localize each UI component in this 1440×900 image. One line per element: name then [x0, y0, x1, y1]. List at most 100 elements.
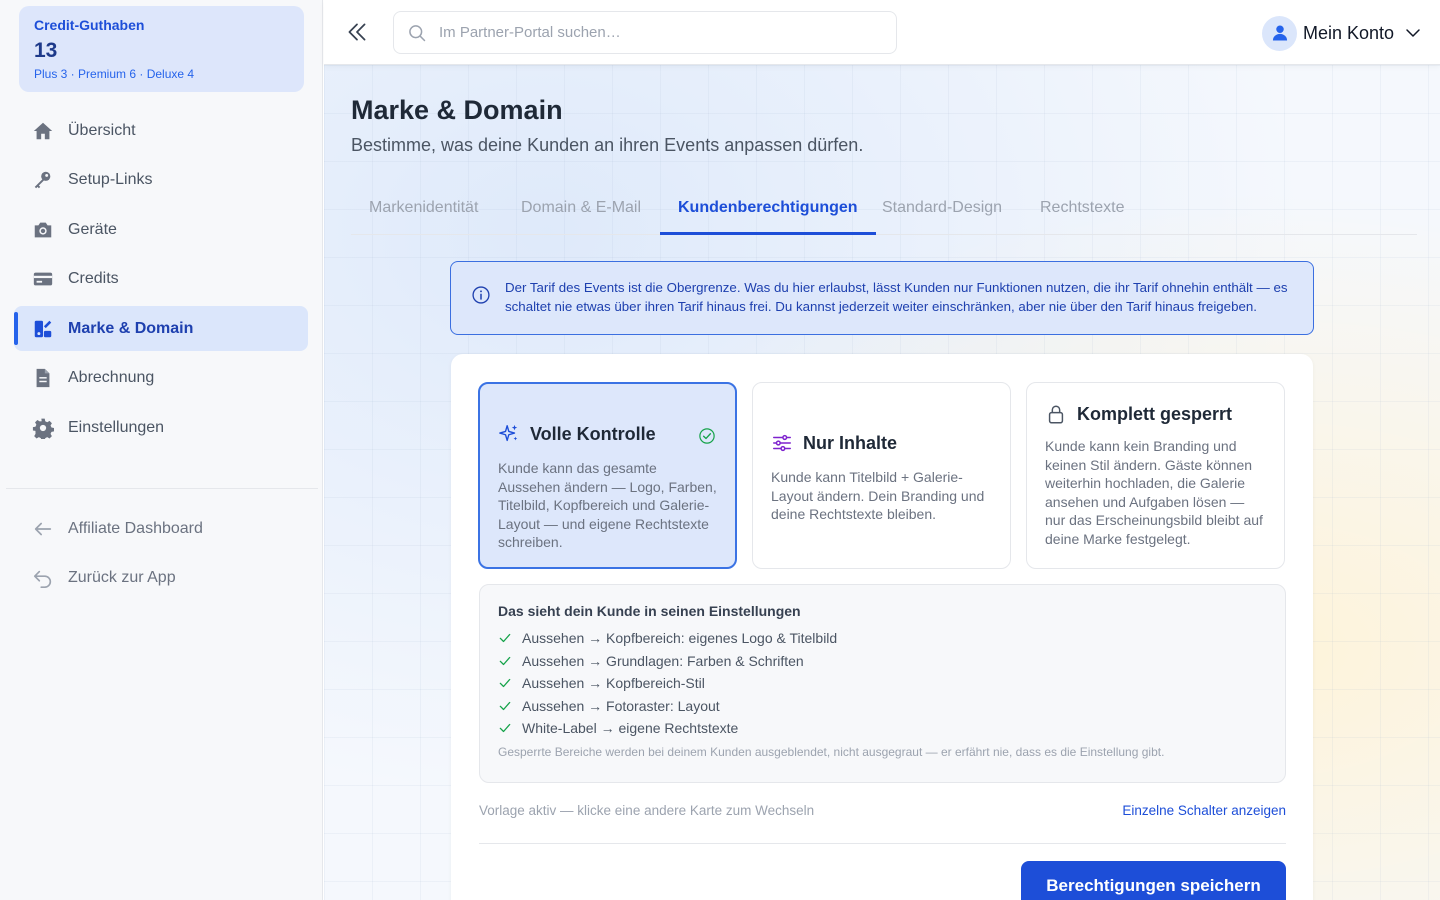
card-header: Volle Kontrolle: [498, 423, 717, 445]
sidebar-item-devices[interactable]: Geräte: [14, 207, 308, 252]
sidebar-item-back-to-app[interactable]: Zurück zur App: [14, 556, 308, 601]
sidebar-secondary-nav: Affiliate Dashboard Zurück zur App: [14, 506, 308, 605]
list-item: Aussehen → Fotoraster: Layout: [498, 695, 1267, 718]
panel-divider: [479, 843, 1286, 844]
list-item: White-Label → eigene Rechtstexte: [498, 717, 1267, 740]
lock-icon: [1048, 405, 1064, 424]
check-icon: [499, 679, 511, 688]
tab-brand-identity[interactable]: Markenidentität: [351, 189, 496, 235]
main-content: Marke & Domain Bestimme, was deine Kunde…: [324, 65, 1440, 900]
document-icon: [32, 367, 54, 389]
page-subtitle: Bestimme, was deine Kunden an ihren Even…: [351, 135, 864, 155]
credit-balance-card[interactable]: Credit-Guthaben 13 Plus 3 · Premium 6 · …: [19, 6, 304, 92]
collapse-sidebar-button[interactable]: [344, 19, 370, 45]
sidebar-item-brand-domain[interactable]: Marke & Domain: [14, 306, 308, 351]
preset-card-fully-locked[interactable]: Komplett gesperrt Kunde kann kein Brandi…: [1026, 382, 1285, 569]
brand-icon: [32, 318, 54, 340]
key-icon: [32, 169, 54, 191]
avatar: [1262, 15, 1297, 51]
card-description: Kunde kann Titelbild + Galerie-Layout än…: [771, 469, 985, 523]
sparkles-icon: [499, 424, 518, 442]
chevrons-left-icon: [348, 23, 366, 41]
sidebar-item-overview[interactable]: Übersicht: [14, 108, 308, 153]
info-text-line-2: schaltet nie etwas über ihren Tarif hina…: [505, 298, 1257, 314]
check-icon: [499, 634, 511, 643]
check-icon: [499, 656, 511, 665]
card-header: Komplett gesperrt: [1045, 403, 1266, 425]
sidebar-item-credits[interactable]: Credits: [14, 257, 308, 302]
preview-list: Aussehen → Kopfbereich: eigenes Logo & T…: [498, 627, 1267, 740]
sidebar: Credit-Guthaben 13 Plus 3 · Premium 6 · …: [0, 0, 323, 900]
preview-title: Das sieht dein Kunde in seinen Einstellu…: [498, 603, 801, 619]
search-input[interactable]: [439, 24, 869, 41]
credit-breakdown: Plus 3 · Premium 6 · Deluxe 4: [34, 67, 195, 81]
card-header: Nur Inhalte: [771, 432, 992, 454]
credit-title: Credit-Guthaben: [34, 17, 145, 33]
template-hint: Vorlage aktiv — klicke eine andere Karte…: [479, 803, 815, 818]
customer-settings-preview: Das sieht dein Kunde in seinen Einstellu…: [479, 584, 1286, 783]
sidebar-item-settings[interactable]: Einstellungen: [14, 405, 308, 450]
sidebar-item-affiliate-dashboard[interactable]: Affiliate Dashboard: [14, 506, 308, 551]
save-permissions-button[interactable]: Berechtigungen speichern: [1021, 861, 1286, 900]
sidebar-item-setup-links[interactable]: Setup-Links: [14, 158, 308, 203]
info-text-line-1: Der Tarif des Events ist die Obergrenze.…: [505, 280, 1288, 295]
sidebar-item-label: Setup-Links: [68, 171, 153, 188]
show-individual-toggles-link[interactable]: Einzelne Schalter anzeigen: [1122, 803, 1286, 818]
tab-default-design[interactable]: Standard-Design: [864, 189, 1020, 235]
sidebar-item-label: Geräte: [68, 220, 117, 238]
preset-card-full-control[interactable]: Volle Kontrolle Kunde kann das gesamte A…: [478, 382, 737, 569]
list-item-label: Aussehen → Kopfbereich-Stil: [522, 675, 705, 692]
credit-count: 13: [34, 39, 58, 62]
sidebar-item-billing[interactable]: Abrechnung: [14, 356, 308, 401]
camera-icon: [32, 219, 54, 241]
topbar: Mein Konto: [324, 0, 1440, 65]
home-icon: [32, 120, 54, 142]
sidebar-divider: [6, 488, 318, 489]
list-item: Aussehen → Grundlagen: Farben & Schrifte…: [498, 650, 1267, 673]
credit-card-icon: [32, 268, 54, 290]
list-item-label: Aussehen → Kopfbereich: eigenes Logo & T…: [522, 630, 838, 647]
preset-card-content-only[interactable]: Nur Inhalte Kunde kann Titelbild + Galer…: [752, 382, 1011, 569]
info-icon: [472, 286, 490, 304]
sidebar-item-label: Credits: [68, 270, 119, 287]
card-description: Kunde kann das gesamte Aussehen ändern —…: [498, 460, 717, 551]
undo-icon: [32, 567, 54, 589]
tab-bar: Markenidentität Domain & E-Mail Kundenbe…: [351, 189, 1417, 235]
sidebar-item-label: Marke & Domain: [68, 319, 194, 337]
check-icon: [499, 724, 511, 733]
tab-customer-permissions[interactable]: Kundenberechtigungen: [660, 189, 876, 235]
panel-footer: Vorlage aktiv — klicke eine andere Karte…: [479, 803, 1286, 823]
sidebar-item-label: Affiliate Dashboard: [68, 519, 203, 537]
arrow-left-icon: [32, 518, 54, 540]
permissions-panel: Volle Kontrolle Kunde kann das gesamte A…: [451, 354, 1313, 900]
check-icon: [499, 701, 511, 710]
list-item-label: Aussehen → Fotoraster: Layout: [522, 697, 720, 714]
list-item-label: White-Label → eigene Rechtstexte: [522, 720, 739, 737]
sidebar-item-label: Übersicht: [68, 121, 136, 139]
card-title: Komplett gesperrt: [1077, 403, 1233, 424]
gear-icon: [32, 417, 54, 439]
list-item-label: Aussehen → Grundlagen: Farben & Schrifte…: [522, 652, 804, 669]
sidebar-nav: Übersicht Setup-Links Geräte Credits Mar…: [14, 108, 308, 455]
sidebar-item-label: Einstellungen: [68, 418, 165, 436]
user-icon: [1272, 25, 1287, 41]
page-title: Marke & Domain: [351, 95, 563, 125]
info-banner: Der Tarif des Events ist die Obergrenze.…: [450, 261, 1314, 335]
sidebar-item-label: Zurück zur App: [68, 569, 176, 586]
account-menu[interactable]: Mein Konto: [1262, 15, 1422, 51]
preview-note: Gesperrte Bereiche werden bei deinem Kun…: [498, 744, 1165, 759]
card-description: Kunde kann kein Branding und keinen Stil…: [1045, 438, 1263, 547]
sidebar-item-label: Abrechnung: [68, 369, 155, 386]
search-icon: [409, 24, 426, 41]
list-item: Aussehen → Kopfbereich-Stil: [498, 672, 1267, 695]
card-title: Volle Kontrolle: [530, 423, 656, 444]
check-circle-icon: [699, 428, 715, 444]
card-title: Nur Inhalte: [803, 432, 898, 453]
account-label: Mein Konto: [1303, 22, 1395, 43]
chevron-down-icon: [1406, 29, 1420, 37]
sliders-icon: [773, 434, 791, 452]
list-item: Aussehen → Kopfbereich: eigenes Logo & T…: [498, 627, 1267, 650]
search-box[interactable]: [393, 11, 897, 54]
tab-legal-texts[interactable]: Rechtstexte: [1022, 189, 1142, 235]
tab-domain-email[interactable]: Domain & E-Mail: [503, 189, 659, 235]
